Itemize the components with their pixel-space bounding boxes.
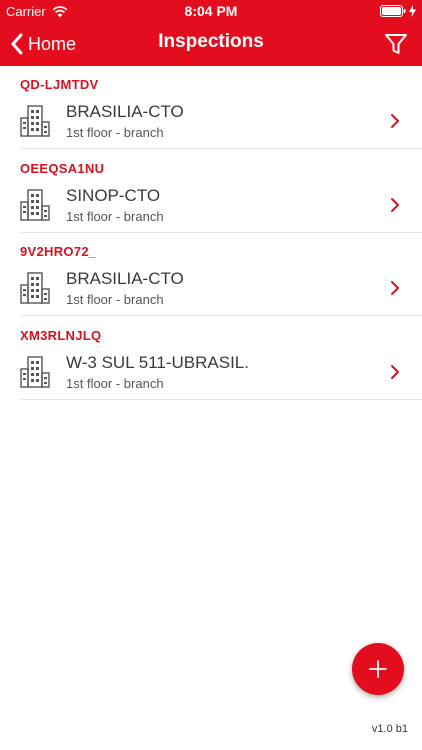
inspection-row[interactable]: SINOP-CTO 1st floor - branch	[20, 178, 422, 233]
status-bar: Carrier 8:04 PM	[0, 0, 422, 22]
chevron-right-icon	[391, 114, 399, 128]
inspection-row[interactable]: BRASILIA-CTO 1st floor - branch	[20, 261, 422, 316]
filter-icon[interactable]	[382, 30, 410, 58]
inspection-code: XM3RLNJLQ	[20, 327, 102, 343]
location-name: W-3 SUL 511-UBRASIL.	[66, 352, 249, 372]
status-time: 8:04 PM	[184, 3, 238, 19]
chevron-right-icon	[391, 281, 399, 295]
inspections-screen: Carrier 8:04 PM Home Inspections QD-LJMT…	[0, 0, 422, 750]
app-header: Carrier 8:04 PM Home Inspections	[0, 0, 422, 66]
chevron-right-icon	[391, 197, 399, 212]
building-icon	[20, 188, 50, 221]
page-title: Inspections	[158, 31, 264, 52]
location-name: BRASILIA-CTO	[66, 102, 184, 121]
battery-icon	[380, 5, 406, 17]
location-name: SINOP-CTO	[66, 185, 161, 205]
location-subtitle: 1st floor - branch	[66, 125, 164, 140]
inspection-code: OEEQSA1NU	[20, 160, 105, 176]
inspection-section: QD-LJMTDV BRASILIA-CTO 1st floor - branc…	[0, 66, 422, 150]
inspection-row[interactable]: BRASILIA-CTO 1st floor - branch	[20, 94, 422, 149]
chevron-right-icon	[391, 364, 399, 379]
inspection-code: 9V2HRO72_	[20, 244, 97, 259]
location-subtitle: 1st floor - branch	[66, 292, 164, 307]
building-icon	[20, 272, 50, 304]
location-name: BRASILIA-CTO	[66, 269, 184, 288]
add-inspection-button[interactable]	[352, 643, 404, 695]
inspection-section: XM3RLNJLQ W-3 SUL 511-UBRASIL. 1st floor…	[0, 317, 422, 401]
inspection-section: 9V2HRO72_ BRASILIA-CTO 1st floor - branc…	[0, 233, 422, 317]
location-subtitle: 1st floor - branch	[66, 375, 164, 391]
building-icon	[20, 105, 50, 137]
inspection-code: QD-LJMTDV	[20, 77, 99, 92]
plus-icon	[369, 660, 387, 678]
building-icon	[20, 355, 50, 388]
charging-bolt-icon	[409, 5, 416, 17]
version-label: v1.0 b1	[371, 723, 408, 735]
inspection-row[interactable]: W-3 SUL 511-UBRASIL. 1st floor - branch	[20, 345, 422, 400]
battery-indicator	[380, 5, 416, 17]
inspection-section: OEEQSA1NU SINOP-CTO 1st floor - branch	[0, 150, 422, 234]
inspections-list: QD-LJMTDV BRASILIA-CTO 1st floor - branc…	[0, 66, 422, 400]
nav-bar: Home Inspections	[0, 22, 422, 66]
location-subtitle: 1st floor - branch	[66, 208, 164, 224]
